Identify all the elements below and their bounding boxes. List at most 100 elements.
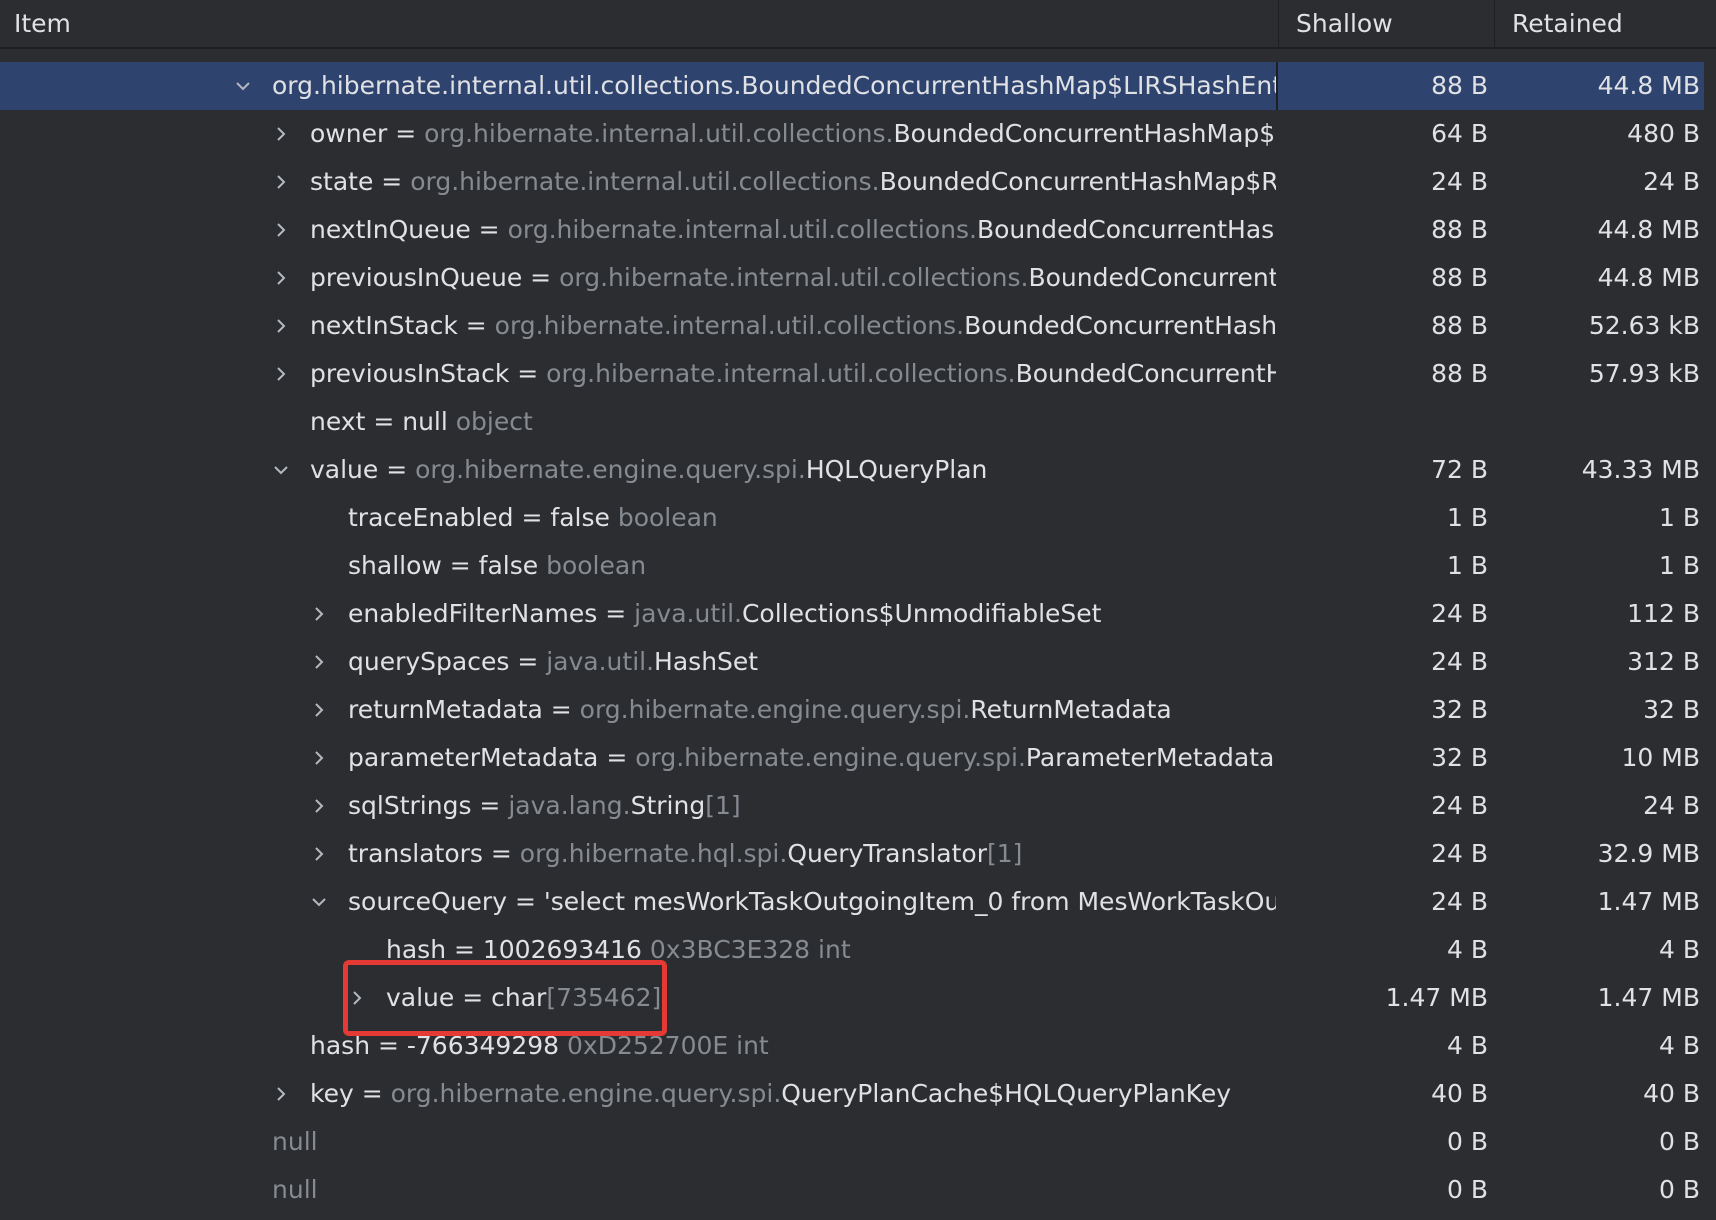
chevron-right-icon[interactable] — [268, 254, 294, 302]
chevron-down-icon[interactable] — [230, 62, 256, 110]
tree-row[interactable]: owner = org.hibernate.internal.util.coll… — [0, 110, 1706, 158]
tree-row-item-cell: hash = 1002693416 0x3BC3E328 int — [0, 926, 1276, 974]
tree-row-label: null — [272, 1166, 318, 1214]
tree-row[interactable]: shallow = false boolean 1 B 1 B — [0, 542, 1706, 590]
tree-row-shallow-size: 1 B — [1446, 503, 1488, 532]
chevron-right-icon[interactable] — [306, 830, 332, 878]
chevron-right-icon[interactable] — [268, 158, 294, 206]
tree-row[interactable]: value = org.hibernate.engine.query.spi.H… — [0, 446, 1706, 494]
chevron-right-icon[interactable] — [344, 974, 370, 1022]
tree-row-separator: = — [471, 791, 509, 820]
tree-row-field-name: nextInStack — [310, 311, 458, 340]
tree-row[interactable]: previousInStack = org.hibernate.internal… — [0, 350, 1706, 398]
tree-row-label: hash = -766349298 0xD252700E int — [310, 1022, 769, 1070]
tree-row[interactable]: next = null object — [0, 398, 1706, 446]
tree-row[interactable]: null 0 B 0 B — [0, 1166, 1706, 1214]
tree-row-field-name: next = null — [310, 407, 448, 436]
chevron-right-icon[interactable] — [268, 206, 294, 254]
tree-row-class: BoundedConcurrentHa — [1028, 263, 1276, 292]
tree-row-item-cell: translators = org.hibernate.hql.spi.Quer… — [0, 830, 1276, 878]
memory-tree-table: Item Shallow Retained org.hibernate.inte… — [0, 0, 1716, 1220]
tree-row[interactable]: hash = -766349298 0xD252700E int 4 B 4 B — [0, 1022, 1706, 1070]
tree-row[interactable]: querySpaces = java.util.HashSet 24 B 312 B — [0, 638, 1706, 686]
tree-row[interactable]: key = org.hibernate.engine.query.spi.Que… — [0, 1070, 1706, 1118]
tree-row-field-name: hash = 1002693416 — [386, 935, 642, 964]
vertical-scrollbar[interactable] — [1704, 49, 1716, 1220]
tree-row[interactable]: sqlStrings = java.lang.String[1] 24 B 24 B — [0, 782, 1706, 830]
tree-row-shallow-size: 64 B — [1431, 119, 1488, 148]
tree-row[interactable]: traceEnabled = false boolean 1 B 1 B — [0, 494, 1706, 542]
tree-row-label: owner = org.hibernate.internal.util.coll… — [310, 110, 1276, 158]
tree-row-separator: = — [378, 455, 416, 484]
tree-row-shallow-size: 88 B — [1431, 71, 1488, 100]
tree-row[interactable]: value = char[735462] 1.47 MB 1.47 MB — [0, 974, 1706, 1022]
tree-row-shallow-size: 0 B — [1446, 1175, 1488, 1204]
tree-row-item-cell: returnMetadata = org.hibernate.engine.qu… — [0, 686, 1276, 734]
tree-row-retained-size: 1 B — [1658, 503, 1700, 532]
tree-row-package: org.hibernate.internal.util.collections. — [559, 263, 1029, 292]
tree-row[interactable]: enabledFilterNames = java.util.Collectio… — [0, 590, 1706, 638]
tree-row-shallow-size: 1 B — [1446, 551, 1488, 580]
tree-row-separator: = — [542, 695, 580, 724]
tree-row[interactable]: hash = 1002693416 0x3BC3E328 int 4 B 4 B — [0, 926, 1706, 974]
tree-row-shallow-size: 24 B — [1431, 647, 1488, 676]
chevron-right-icon[interactable] — [306, 590, 332, 638]
chevron-right-icon[interactable] — [268, 302, 294, 350]
chevron-right-icon[interactable] — [268, 110, 294, 158]
chevron-down-icon[interactable] — [306, 878, 332, 926]
tree-row-label: enabledFilterNames = java.util.Collectio… — [348, 590, 1101, 638]
chevron-down-icon[interactable] — [268, 446, 294, 494]
tree-row-item-cell: state = org.hibernate.internal.util.coll… — [0, 158, 1276, 206]
tree-row-item-cell: next = null object — [0, 398, 1276, 446]
tree-row[interactable]: previousInQueue = org.hibernate.internal… — [0, 254, 1706, 302]
tree-row-type-suffix: [735462] — [546, 983, 662, 1012]
tree-row-class: String — [630, 791, 706, 820]
tree-row-package: org.hibernate.engine.query.spi. — [415, 455, 806, 484]
tree-row-field-name: shallow = false — [348, 551, 539, 580]
tree-row-class: org.hibernate.internal.util.collections.… — [272, 71, 1278, 100]
tree-row-separator: = — [598, 743, 636, 772]
tree-row[interactable]: translators = org.hibernate.hql.spi.Quer… — [0, 830, 1706, 878]
tree-row-class: QueryPlanCache$HQLQueryPlanKey — [781, 1079, 1232, 1108]
chevron-right-icon[interactable] — [306, 734, 332, 782]
tree-row-class: BoundedConcurrentHashMap$LI — [893, 119, 1277, 148]
chevron-right-icon[interactable] — [306, 782, 332, 830]
tree-row-shallow-size: 1.47 MB — [1385, 983, 1488, 1012]
tree-row-shallow-size: 24 B — [1431, 887, 1488, 916]
tree-row-item-cell: org.hibernate.internal.util.collections.… — [0, 62, 1278, 110]
tree-row-item-cell: null — [0, 1166, 1276, 1214]
column-header-retained[interactable]: Retained — [1494, 0, 1716, 47]
column-header-item[interactable]: Item — [0, 0, 1278, 47]
tree-row[interactable]: nextInQueue = org.hibernate.internal.uti… — [0, 206, 1706, 254]
tree-row-item-cell: previousInQueue = org.hibernate.internal… — [0, 254, 1276, 302]
tree-row[interactable]: parameterMetadata = org.hibernate.engine… — [0, 734, 1706, 782]
tree-row-retained-size: 24 B — [1643, 791, 1700, 820]
tree-row-class: BoundedConcurrentHashM — [976, 215, 1276, 244]
tree-row-retained-size: 32 B — [1643, 695, 1700, 724]
chevron-right-icon[interactable] — [306, 638, 332, 686]
tree-row-shallow-size: 88 B — [1431, 311, 1488, 340]
tree-row-retained-size: 112 B — [1627, 599, 1700, 628]
tree-row-item-cell: enabledFilterNames = java.util.Collectio… — [0, 590, 1276, 638]
tree-row[interactable]: sourceQuery = 'select mesWorkTaskOutgoin… — [0, 878, 1706, 926]
tree-row-retained-size: 1.47 MB — [1597, 983, 1700, 1012]
tree-row-label: key = org.hibernate.engine.query.spi.Que… — [310, 1070, 1231, 1118]
tree-row-type-suffix: null — [272, 1175, 318, 1204]
tree-row-field-name: key — [310, 1079, 354, 1108]
tree-row-type-suffix: 0x3BC3E328 int — [641, 935, 851, 964]
tree-row[interactable]: nextInStack = org.hibernate.internal.uti… — [0, 302, 1706, 350]
tree-row[interactable]: returnMetadata = org.hibernate.engine.qu… — [0, 686, 1706, 734]
tree-row[interactable]: org.hibernate.internal.util.collections.… — [0, 62, 1706, 110]
tree-row[interactable]: state = org.hibernate.internal.util.coll… — [0, 158, 1706, 206]
tree-row[interactable]: null 0 B 0 B — [0, 1118, 1706, 1166]
tree-row-separator: = — [353, 1079, 391, 1108]
chevron-right-icon[interactable] — [268, 350, 294, 398]
tree-row-item-cell: sqlStrings = java.lang.String[1] — [0, 782, 1276, 830]
chevron-right-icon[interactable] — [306, 686, 332, 734]
chevron-right-icon[interactable] — [268, 1070, 294, 1118]
tree-row-label: hash = 1002693416 0x3BC3E328 int — [386, 926, 851, 974]
column-header-shallow[interactable]: Shallow — [1278, 0, 1494, 47]
tree-row-label: sourceQuery = 'select mesWorkTaskOutgoin… — [348, 878, 1276, 926]
tree-row-class: Collections$UnmodifiableSet — [741, 599, 1102, 628]
tree-row-package: org.hibernate.hql.spi. — [519, 839, 788, 868]
